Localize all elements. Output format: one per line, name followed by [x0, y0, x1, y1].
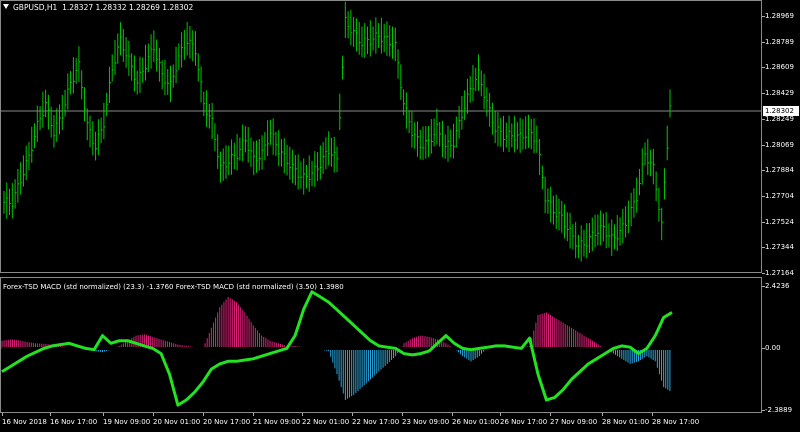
time-tick-label: 26 Nov 17:00 [500, 413, 548, 426]
price-axis[interactable]: 1.28969 1.28789 1.28609 1.28429 1.28249 1.280… [762, 0, 800, 277]
time-tick-label: 27 Nov 09:00 [550, 413, 598, 426]
chart-header: GBPUSD,H1 1.28327 1.28332 1.28269 1.2830… [3, 3, 193, 12]
time-tick-label: 26 Nov 01:00 [452, 413, 500, 426]
time-tick-label: 28 Nov 01:00 [602, 413, 650, 426]
current-price-label: 1.28302 [763, 106, 799, 116]
time-tick-label: 21 Nov 09:00 [253, 413, 301, 426]
time-tick-label: 16 Nov 17:00 [50, 413, 98, 426]
indicator-axis[interactable]: 2.4236 0.00 -2.3889 [761, 277, 800, 414]
price-tick-label: 1.27344 [762, 243, 794, 252]
price-tick-label: 1.28069 [762, 140, 794, 149]
chart-window[interactable]: GBPUSD,H1 1.28327 1.28332 1.28269 1.2830… [0, 0, 800, 432]
price-tick-label: 1.27884 [762, 166, 794, 175]
ohlc-values: 1.28327 1.28332 1.28269 1.28302 [62, 3, 194, 12]
time-tick-label: 19 Nov 09:00 [103, 413, 151, 426]
symbol-title: GBPUSD,H1 [13, 3, 58, 12]
time-tick-label: 16 Nov 2018 [2, 413, 47, 426]
price-tick-label: 1.28609 [762, 63, 794, 72]
price-tick-label: 1.28429 [762, 89, 794, 98]
dropdown-triangle-icon[interactable] [3, 4, 9, 9]
indicator-tick-label: 2.4236 [762, 282, 790, 290]
time-axis[interactable]: 16 Nov 2018 16 Nov 17:00 19 Nov 09:00 20 No… [0, 413, 762, 432]
time-tick-label: 23 Nov 09:00 [402, 413, 450, 426]
price-tick-label: 1.28789 [762, 37, 794, 46]
price-tick-label: 1.28969 [762, 12, 794, 20]
time-tick-label: 20 Nov 17:00 [203, 413, 251, 426]
time-tick-label: 20 Nov 01:00 [153, 413, 201, 426]
indicator-tick-label: 0.00 [762, 344, 781, 353]
indicator-tick-label: -2.3889 [761, 406, 793, 414]
price-tick-label: 1.27704 [762, 191, 794, 200]
price-tick-label: 1.27164 [762, 269, 794, 277]
time-tick-label: 22 Nov 17:00 [352, 413, 400, 426]
price-chart-svg [0, 1, 762, 262]
price-tick-label: 1.27524 [762, 217, 794, 226]
indicator-title: Forex-TSD MACD (std normalized) (23.3) -… [3, 283, 344, 291]
time-tick-label: 22 Nov 01:00 [302, 413, 350, 426]
time-tick-label: 28 Nov 17:00 [652, 413, 700, 426]
indicator-chart-svg [1, 290, 673, 407]
